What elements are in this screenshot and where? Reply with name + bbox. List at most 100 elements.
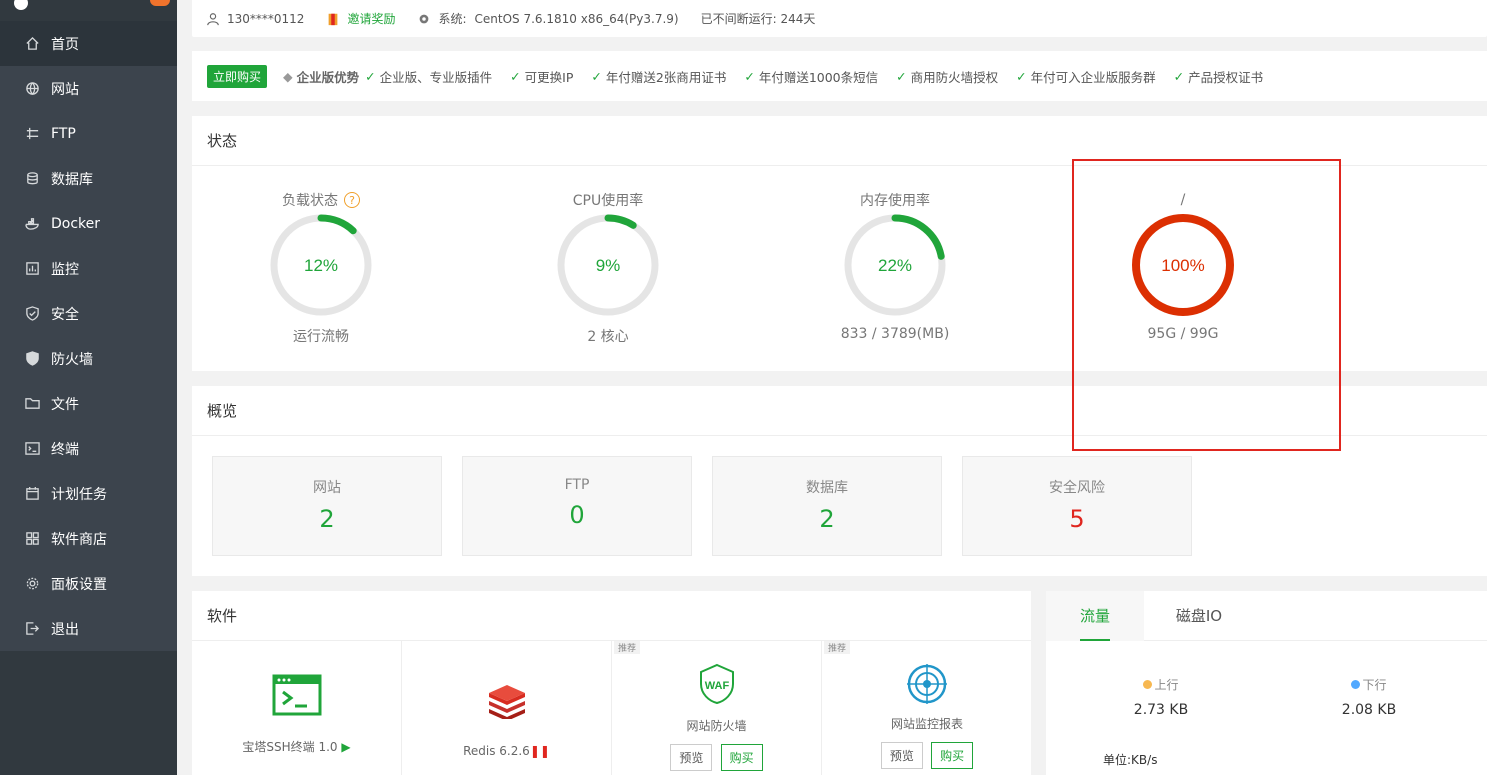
software-item-ssh[interactable]: 宝塔SSH终端 1.0 ▶ (192, 641, 402, 775)
gauge-sub: 运行流畅 (293, 329, 349, 345)
ftp-icon (24, 126, 40, 142)
gauge-value: 9% (596, 256, 621, 275)
sidebar-item-store[interactable]: 软件商店 (0, 516, 177, 561)
sidebar-item-label: 软件商店 (51, 531, 107, 548)
buy-now-button[interactable]: 立即购买 (207, 64, 268, 88)
traffic-panel: 流量 磁盘IO 上行 2.73 KB 下行 2.08 KB 单位:KB/s (1046, 591, 1487, 775)
overview-card-ftp[interactable]: FTP 0 (462, 456, 692, 556)
gauge-cpu[interactable]: CPU使用率 9% 2 核心 (538, 190, 678, 346)
folder-icon (24, 396, 40, 412)
calendar-icon (24, 486, 40, 502)
gauge-ring: 12% (270, 214, 372, 316)
sidebar-item-home[interactable]: 首页 (0, 21, 177, 66)
monitor-icon (24, 261, 40, 277)
tab-label: 磁盘IO (1175, 607, 1223, 625)
card-label: 网站 (313, 480, 341, 496)
check-icon: ✓ (1016, 68, 1027, 84)
sidebar-item-terminal[interactable]: 终端 (0, 426, 177, 471)
gauge-load[interactable]: 负载状态? 12% 运行流畅 (251, 190, 391, 346)
gift-icon (329, 13, 338, 25)
sidebar-item-cron[interactable]: 计划任务 (0, 471, 177, 516)
feature-label: 产品授权证书 (1188, 69, 1264, 85)
sidebar-item-label: 网站 (51, 81, 79, 98)
feature-item: ✓ 年付赠送1000条短信 (744, 67, 878, 86)
overview-card-database[interactable]: 数据库 2 (712, 456, 942, 556)
sidebar-item-label: 计划任务 (51, 486, 107, 503)
database-icon (24, 171, 40, 187)
feature-label: 商用防火墙授权 (910, 69, 999, 85)
sidebar-item-monitor[interactable]: 监控 (0, 246, 177, 291)
waf-shield-icon: WAF (699, 663, 734, 705)
sidebar-item-settings[interactable]: 面板设置 (0, 561, 177, 606)
recommend-tag: 推荐 (614, 641, 641, 654)
upload-label: 上行 (1154, 678, 1179, 692)
sidebar-item-website[interactable]: 网站 (0, 66, 177, 111)
sidebar-item-label: 面板设置 (51, 576, 107, 593)
gauge-ring: 9% (557, 214, 659, 316)
sidebar-item-logout[interactable]: 退出 (0, 606, 177, 651)
software-name: Redis 6.2.6 (463, 744, 530, 758)
help-icon[interactable]: ? (344, 192, 360, 208)
preview-button[interactable]: 预览 (880, 742, 923, 769)
upload-dot-icon (1143, 680, 1153, 689)
software-item-redis[interactable]: Redis 6.2.6❚❚ (402, 641, 612, 775)
gear-icon (24, 576, 40, 592)
sidebar-header (0, 0, 177, 20)
sidebar-item-database[interactable]: 数据库 (0, 156, 177, 201)
gauge-sub: 833 / 3789(MB) (840, 326, 950, 342)
overview-card-security-risk[interactable]: 安全风险 5 (962, 456, 1192, 556)
sidebar-item-security[interactable]: 安全 (0, 291, 177, 336)
tab-traffic[interactable]: 流量 (1046, 591, 1144, 641)
notification-badge[interactable] (150, 0, 170, 6)
feature-item: ✓ 可更换IP (510, 67, 573, 86)
download-dot-icon (1351, 680, 1361, 689)
firewall-icon (24, 351, 40, 367)
check-icon: ✓ (591, 68, 602, 84)
feature-item: ✓ 商用防火墙授权 (896, 67, 998, 86)
feature-item: ✓ 年付可入企业版服务群 (1016, 67, 1156, 86)
shield-icon (24, 306, 40, 322)
sidebar-item-firewall[interactable]: 防火墙 (0, 336, 177, 381)
card-value: 2 (819, 505, 835, 533)
gauge-ring: 22% (844, 214, 946, 316)
uptime: 已不间断运行: 244天 (701, 10, 816, 27)
user-info[interactable]: 130****0112 (206, 12, 304, 26)
play-icon: ▶ (341, 740, 351, 754)
preview-button[interactable]: 预览 (670, 744, 713, 771)
invite-link[interactable]: 邀请奖励 (326, 10, 395, 27)
gauge-value: 22% (878, 256, 912, 275)
gauge-name: 负载状态 (282, 193, 338, 209)
software-item-waf[interactable]: 推荐 WAF 网站防火墙 预览 购买 (612, 641, 822, 775)
sidebar-item-label: 防火墙 (51, 351, 93, 368)
check-icon: ✓ (896, 68, 907, 84)
system-value: CentOS 7.6.1810 x86_64(Py3.7.9) (474, 11, 679, 26)
card-value: 5 (1069, 505, 1085, 533)
software-item-monitor-report[interactable]: 推荐 网站监控报表 预览 购买 (822, 641, 1032, 775)
gauge-name: CPU使用率 (572, 193, 644, 209)
feature-label: 企业版、专业版插件 (379, 69, 493, 85)
enterprise-banner: 立即购买 ◆ 企业版优势 ✓ 企业版、专业版插件 ✓ 可更换IP ✓ 年付赠送2张商用… (192, 51, 1487, 101)
buy-button[interactable]: 购买 (931, 742, 974, 769)
sidebar-item-ftp[interactable]: FTP (0, 111, 177, 156)
radar-icon (907, 664, 947, 704)
sidebar-item-docker[interactable]: Docker (0, 201, 177, 246)
feature-item: ✓ 企业版、专业版插件 (365, 67, 492, 86)
download-label: 下行 (1362, 678, 1387, 692)
overview-card-website[interactable]: 网站 2 (212, 456, 442, 556)
card-value: 0 (569, 501, 585, 529)
sidebar-item-label: FTP (51, 125, 76, 142)
feature-label: 年付可入企业版服务群 (1030, 69, 1156, 85)
tab-disk-io[interactable]: 磁盘IO (1144, 591, 1254, 641)
home-icon (24, 36, 40, 52)
system-label: 系统: (438, 12, 467, 26)
sidebar-item-files[interactable]: 文件 (0, 381, 177, 426)
unit-label: 单位:KB/s (1103, 753, 1158, 767)
recommend-tag: 推荐 (824, 641, 851, 654)
gauge-memory[interactable]: 内存使用率 22% 833 / 3789(MB) (825, 190, 965, 342)
card-label: 安全风险 (1049, 480, 1105, 496)
top-info-bar: 130****0112 邀请奖励 系统: CentOS 7.6.1810 x86… (192, 0, 1487, 37)
sidebar-item-label: 安全 (51, 306, 79, 323)
highlight-box (1072, 159, 1341, 451)
buy-button[interactable]: 购买 (720, 744, 763, 771)
user-icon (207, 12, 219, 25)
